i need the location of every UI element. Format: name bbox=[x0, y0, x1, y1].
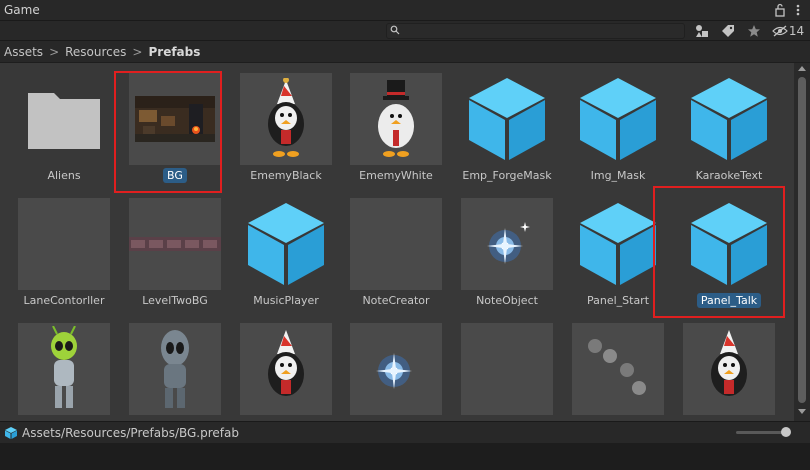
prefab-cube-icon bbox=[240, 198, 332, 290]
more-options-icon[interactable] bbox=[792, 3, 804, 17]
asset-label: Img_Mask bbox=[590, 169, 646, 182]
asset-label: Aliens bbox=[47, 169, 81, 182]
sparkle-sprite bbox=[461, 198, 553, 290]
alien-green-sprite bbox=[18, 323, 110, 415]
hidden-packages-toggle[interactable]: 14 bbox=[770, 22, 806, 40]
asset-label: Panel_Talk bbox=[696, 293, 762, 308]
prefab-cube-icon bbox=[461, 73, 553, 165]
filter-by-label-button[interactable] bbox=[716, 22, 740, 40]
scroll-up-icon[interactable] bbox=[798, 66, 806, 71]
penguin-black-sprite bbox=[683, 323, 775, 415]
penguin-black-sprite bbox=[240, 73, 332, 165]
zoom-slider-handle[interactable] bbox=[781, 427, 791, 437]
asset-label: MusicPlayer bbox=[253, 294, 319, 307]
breadcrumb-item-prefabs[interactable]: Prefabs bbox=[148, 45, 200, 59]
tag-icon bbox=[722, 25, 734, 37]
favorites-button[interactable] bbox=[742, 22, 766, 40]
asset-label: EmemyWhite bbox=[359, 169, 433, 182]
prefab-cube-icon bbox=[683, 73, 775, 165]
strip-thumbnail bbox=[129, 198, 221, 290]
asset-label: Panel_Start bbox=[586, 294, 650, 307]
search-icon bbox=[390, 25, 400, 35]
asset-label: LaneContorller bbox=[23, 294, 105, 307]
asset-label: Emp_ForgeMask bbox=[462, 169, 552, 182]
empty-prefab-thumbnail bbox=[350, 198, 442, 290]
asset-label: BG bbox=[163, 168, 187, 183]
asset-label: EmemyBlack bbox=[250, 169, 322, 182]
penguin-white-sprite bbox=[350, 73, 442, 165]
status-bar: Assets/Resources/Prefabs/BG.prefab bbox=[0, 421, 810, 443]
asset-label: LevelTwoBG bbox=[142, 294, 208, 307]
breadcrumb-item-assets[interactable]: Assets bbox=[4, 45, 43, 59]
scrollbar-thumb[interactable] bbox=[798, 77, 806, 403]
sparkle-sprite bbox=[350, 323, 442, 415]
balls-sprite bbox=[572, 323, 664, 415]
scroll-down-icon[interactable] bbox=[798, 409, 806, 414]
window-title: Game bbox=[4, 3, 40, 17]
star-icon bbox=[748, 25, 760, 37]
prefab-cube-icon bbox=[572, 73, 664, 165]
scene-thumbnail bbox=[129, 73, 221, 165]
penguin-black-sprite bbox=[240, 323, 332, 415]
breadcrumb-item-resources[interactable]: Resources bbox=[65, 45, 126, 59]
asset-label: NoteCreator bbox=[362, 294, 430, 307]
zoom-slider-track[interactable] bbox=[736, 431, 784, 434]
prefab-cube-icon bbox=[572, 198, 664, 290]
asset-label: NoteObject bbox=[476, 294, 538, 307]
breadcrumb-separator: > bbox=[49, 44, 60, 59]
asset-grid: Aliens BG EmemyBlack EmemyWhite Emp_Forg… bbox=[0, 63, 794, 421]
hidden-count: 14 bbox=[788, 24, 805, 38]
bottom-strip bbox=[0, 443, 810, 470]
prefab-cube-icon bbox=[683, 198, 775, 290]
alien-grey-sprite bbox=[129, 323, 221, 415]
lock-icon[interactable] bbox=[774, 3, 786, 17]
folder-icon bbox=[18, 73, 110, 165]
breadcrumb: Assets > Resources > Prefabs bbox=[0, 41, 810, 63]
breadcrumb-separator: > bbox=[132, 44, 143, 59]
prefab-cube-icon bbox=[5, 426, 17, 439]
selected-asset-path: Assets/Resources/Prefabs/BG.prefab bbox=[22, 425, 239, 440]
vertical-scrollbar[interactable] bbox=[794, 63, 810, 421]
search-input[interactable] bbox=[386, 23, 685, 39]
filter-by-type-button[interactable] bbox=[690, 22, 714, 40]
empty-prefab-thumbnail bbox=[18, 198, 110, 290]
asset-label: KaraokeText bbox=[695, 169, 763, 182]
empty-prefab-thumbnail bbox=[461, 323, 553, 415]
eye-hidden-icon bbox=[772, 25, 788, 37]
project-toolbar: 14 bbox=[0, 21, 810, 41]
filter-type-icon bbox=[696, 25, 708, 37]
window-titlebar: Game bbox=[0, 0, 810, 21]
